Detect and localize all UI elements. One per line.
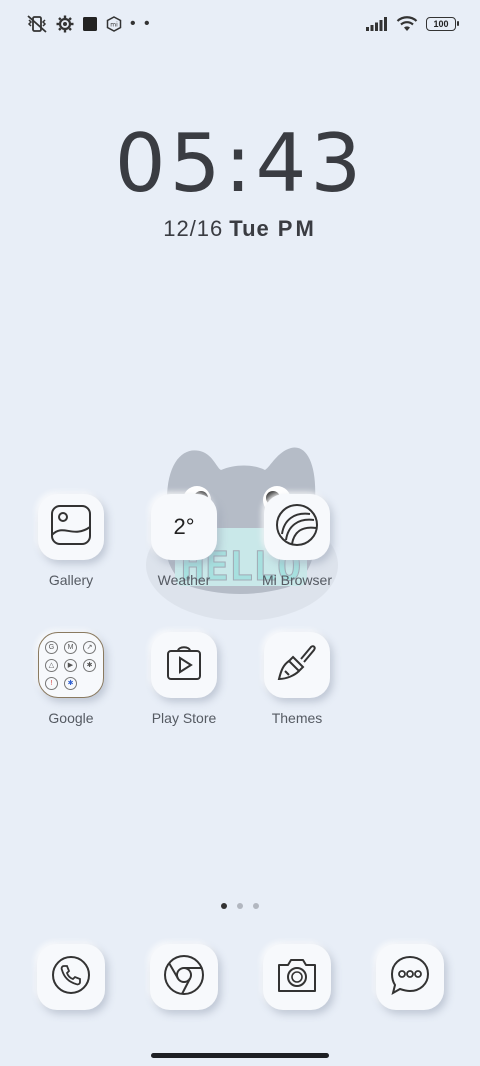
youtube-icon: ▶ bbox=[64, 658, 77, 672]
phone-tile[interactable] bbox=[37, 944, 105, 1010]
app-themes[interactable]: Themes bbox=[242, 632, 352, 726]
mi-icon: mi bbox=[106, 16, 122, 32]
clock-ampm: PM bbox=[277, 216, 317, 241]
app-play-store[interactable]: Play Store bbox=[129, 632, 239, 726]
app-label: Google bbox=[48, 710, 94, 726]
camera-icon bbox=[275, 955, 319, 1000]
clock-date: 12/16 bbox=[163, 216, 224, 241]
app-label: Weather bbox=[157, 572, 211, 588]
chrome-icon bbox=[162, 953, 206, 1002]
page-dot-3[interactable] bbox=[253, 903, 259, 909]
mi-browser-tile[interactable] bbox=[264, 494, 330, 560]
square-icon bbox=[82, 16, 98, 32]
gmail-icon: M bbox=[64, 640, 77, 654]
dock-messages[interactable] bbox=[376, 944, 444, 1010]
phone-icon bbox=[50, 954, 92, 1001]
more-notifications-dots: • • bbox=[130, 15, 152, 32]
maps-icon: ↗ bbox=[83, 640, 96, 654]
play-store-icon bbox=[164, 643, 204, 688]
weather-icon[interactable]: 2° bbox=[151, 494, 217, 560]
app-google-folder[interactable]: G M ↗ △ ▶ ✱ ! ✱ Google bbox=[16, 632, 126, 726]
app-weather[interactable]: 2° Weather bbox=[129, 494, 239, 588]
dock-chrome[interactable] bbox=[150, 944, 218, 1010]
app-label: Play Store bbox=[151, 710, 217, 726]
chrome-tile[interactable] bbox=[150, 944, 218, 1010]
podcasts-icon: ✱ bbox=[64, 676, 77, 690]
clock-day: Tue bbox=[229, 216, 270, 241]
app-label: Themes bbox=[271, 710, 323, 726]
mi-browser-icon bbox=[274, 502, 320, 553]
google-folder-icon[interactable]: G M ↗ △ ▶ ✱ ! ✱ bbox=[38, 632, 104, 698]
gallery-tile[interactable] bbox=[38, 494, 104, 560]
themes-tile[interactable] bbox=[264, 632, 330, 698]
camera-tile[interactable] bbox=[263, 944, 331, 1010]
settings-icon bbox=[56, 15, 74, 33]
messages-tile[interactable] bbox=[376, 944, 444, 1010]
google-icon: G bbox=[45, 640, 58, 654]
photos-icon: ✱ bbox=[83, 658, 96, 672]
date-line[interactable]: 12/16 Tue PM bbox=[0, 216, 480, 242]
signal-icon bbox=[366, 17, 388, 31]
messages-icon bbox=[388, 953, 432, 1002]
status-right: 100 bbox=[366, 16, 459, 32]
app-label: Mi Browser bbox=[261, 572, 332, 588]
page-indicator[interactable] bbox=[0, 903, 480, 909]
status-bar: mi • • 100 bbox=[26, 12, 459, 36]
weather-temperature: 2° bbox=[173, 514, 195, 539]
page-dot-1[interactable] bbox=[221, 903, 227, 909]
clock-time[interactable]: 05:43 bbox=[0, 124, 480, 204]
battery-indicator: 100 bbox=[426, 17, 459, 31]
drive-icon: △ bbox=[45, 658, 58, 672]
dock-phone[interactable] bbox=[37, 944, 105, 1010]
wifi-icon bbox=[396, 16, 418, 32]
play-store-tile[interactable] bbox=[151, 632, 217, 698]
themes-brush-icon bbox=[275, 641, 319, 690]
dock-camera[interactable] bbox=[263, 944, 331, 1010]
home-gesture-bar[interactable] bbox=[151, 1053, 329, 1058]
app-label: Gallery bbox=[48, 572, 94, 588]
app-gallery[interactable]: Gallery bbox=[16, 494, 126, 588]
page-dot-2[interactable] bbox=[237, 903, 243, 909]
assistant-icon: ! bbox=[45, 676, 58, 690]
status-left: mi • • bbox=[26, 15, 152, 33]
gallery-icon bbox=[49, 503, 93, 552]
svg-text:mi: mi bbox=[110, 22, 118, 29]
app-mi-browser[interactable]: Mi Browser bbox=[242, 494, 352, 588]
vibrate-off-icon bbox=[26, 15, 48, 33]
